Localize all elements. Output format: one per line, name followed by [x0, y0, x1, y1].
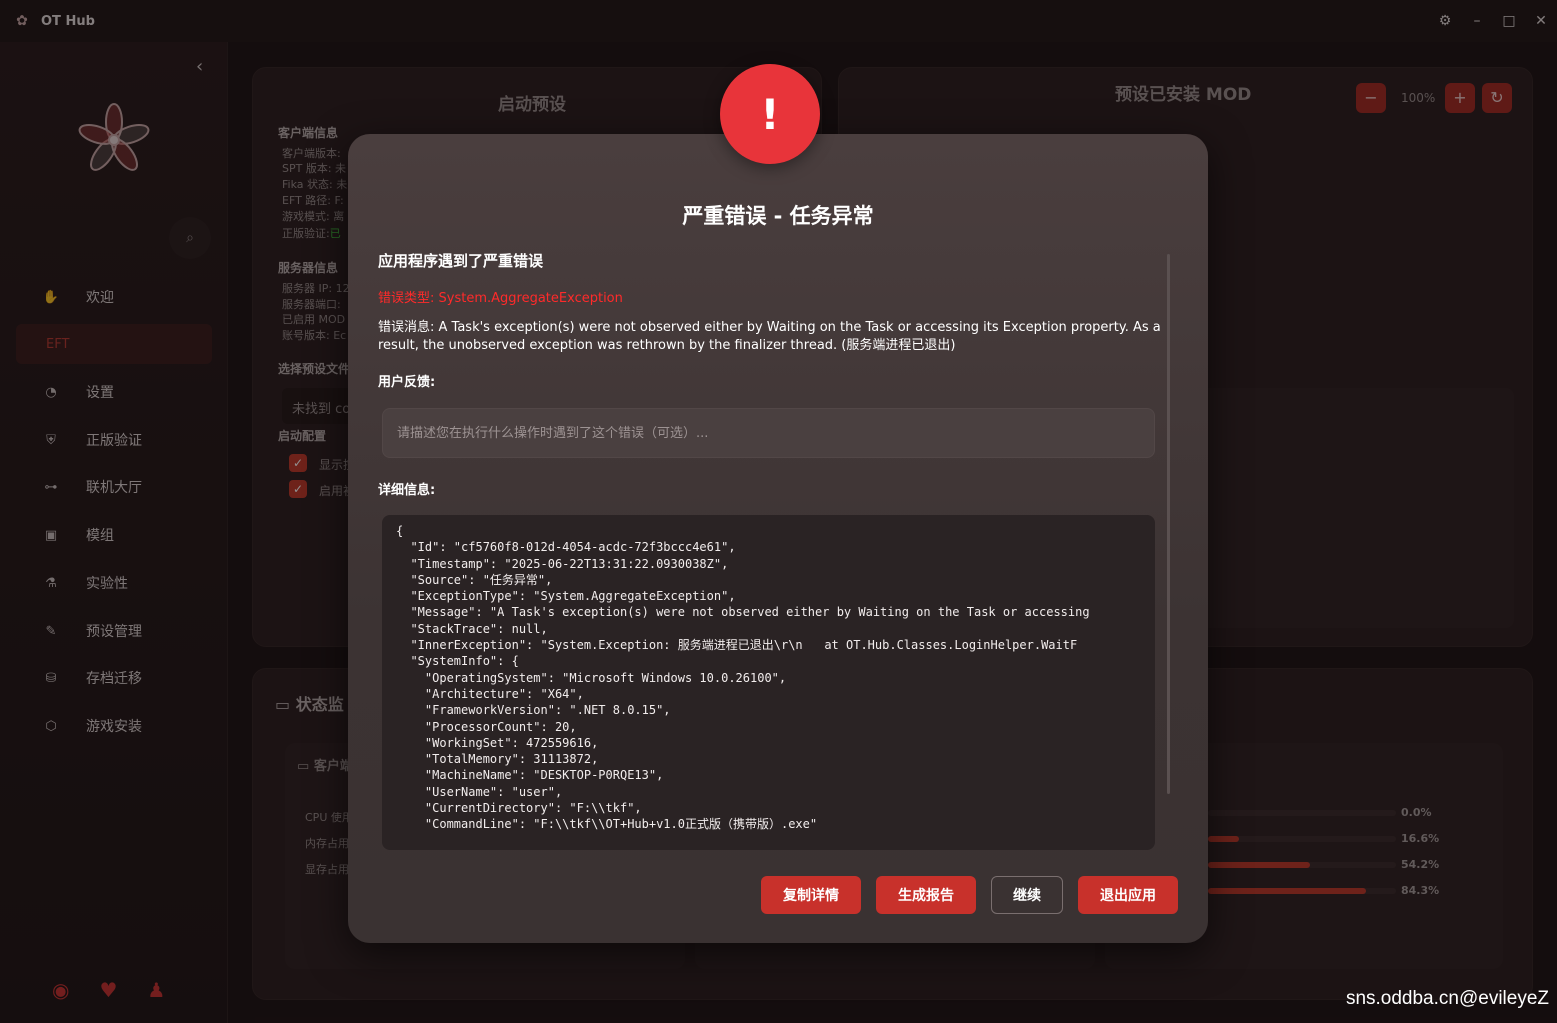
generate-report-button[interactable]: 生成报告: [876, 876, 976, 914]
continue-button[interactable]: 继续: [991, 876, 1063, 914]
details-box[interactable]: { "Id": "cf5760f8-012d-4054-acdc-72f3bcc…: [382, 515, 1155, 850]
details-text: { "Id": "cf5760f8-012d-4054-acdc-72f3bcc…: [396, 524, 1090, 832]
feedback-label: 用户反馈:: [378, 375, 436, 390]
error-type: 错误类型: System.AggregateException: [378, 291, 623, 306]
error-message: 错误消息: A Task's exception(s) were not obs…: [378, 320, 1161, 353]
copy-details-button[interactable]: 复制详情: [761, 876, 861, 914]
dialog-scrollbar[interactable]: [1167, 254, 1170, 794]
dialog-heading: 应用程序遇到了严重错误: [378, 252, 544, 270]
feedback-input[interactable]: [382, 408, 1155, 458]
details-label: 详细信息:: [378, 483, 436, 498]
exit-app-button[interactable]: 退出应用: [1078, 876, 1178, 914]
dialog-title: 严重错误 - 任务异常: [682, 204, 874, 228]
watermark: sns.oddba.cn@evileyeZ: [1345, 988, 1549, 1009]
error-dialog: 严重错误 - 任务异常 应用程序遇到了严重错误 错误类型: System.Agg…: [348, 134, 1208, 943]
alert-icon: !: [720, 64, 820, 164]
